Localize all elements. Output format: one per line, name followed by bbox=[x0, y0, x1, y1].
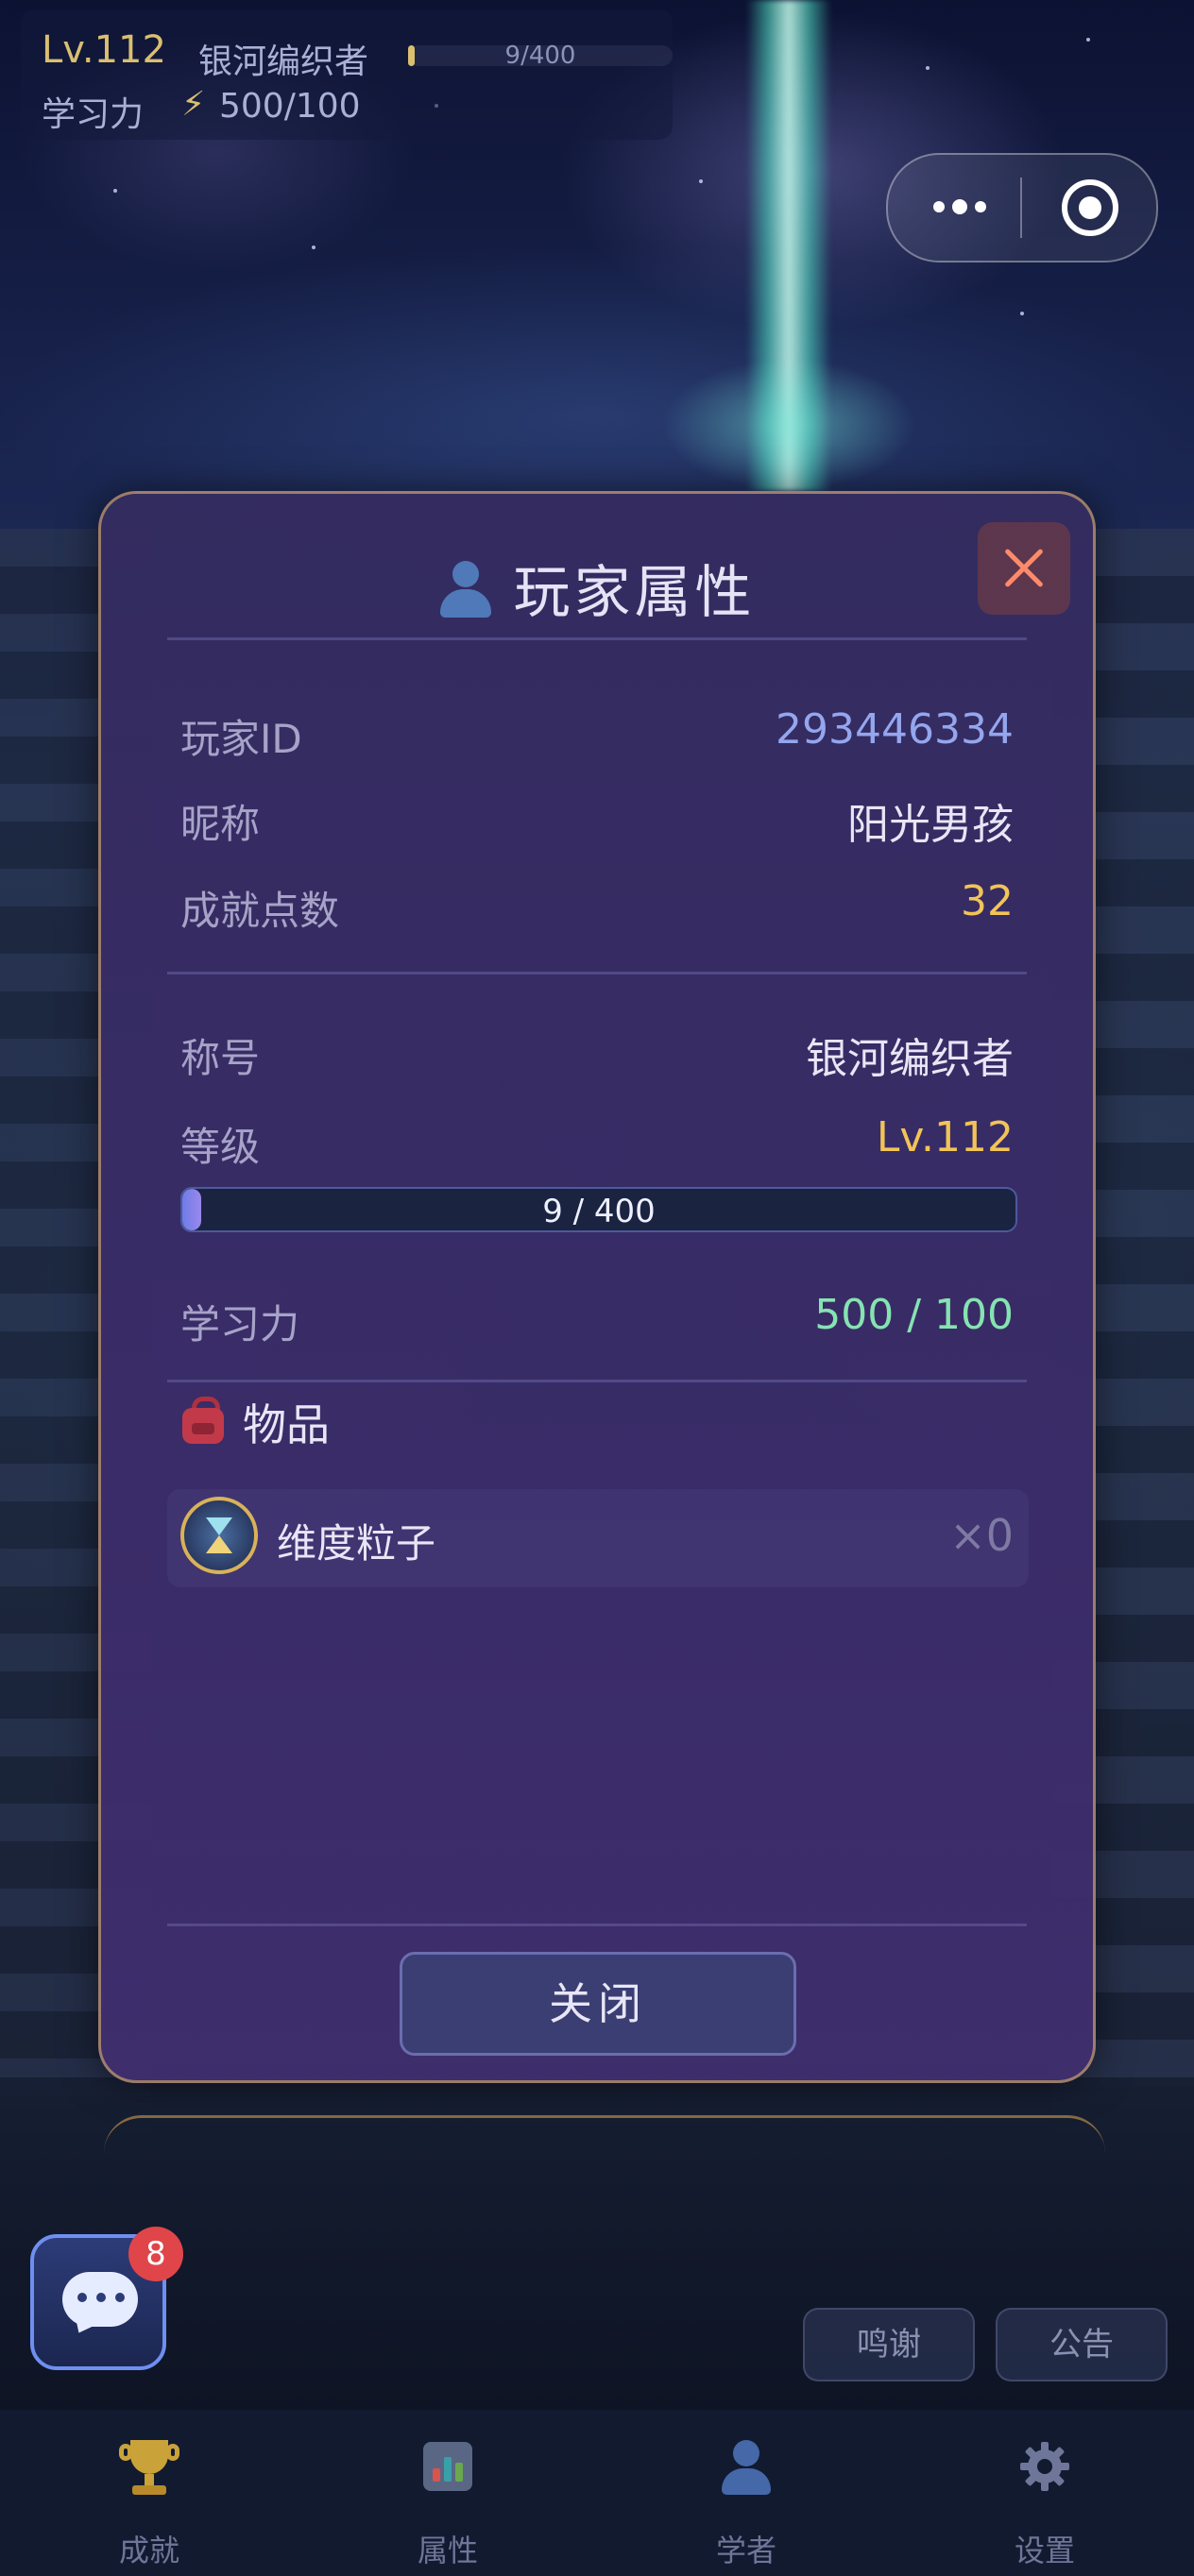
modal-title: 玩家属性 bbox=[513, 560, 756, 626]
trophy-icon bbox=[119, 2438, 179, 2499]
achievement-points-label: 成就点数 bbox=[180, 888, 340, 934]
tab-attributes[interactable]: 属性 bbox=[298, 2410, 597, 2576]
beam-glow bbox=[661, 359, 916, 491]
capsule-divider bbox=[1020, 178, 1022, 238]
hud-level: Lv.112 bbox=[42, 28, 166, 72]
divider bbox=[167, 637, 1027, 640]
learning-power-value: 500 / 100 bbox=[814, 1291, 1014, 1339]
player-hud: Lv.112 银河编织者 9/400 学习力 ⚡ 500/100 bbox=[21, 9, 673, 140]
exit-icon[interactable] bbox=[1062, 179, 1118, 236]
item-count: ×0 bbox=[949, 1510, 1014, 1561]
achievement-points-value: 32 bbox=[961, 877, 1014, 925]
list-item[interactable]: 维度粒子 ×0 bbox=[167, 1489, 1029, 1587]
level-label: 等级 bbox=[180, 1124, 261, 1170]
hud-title: 银河编织者 bbox=[198, 42, 369, 81]
star bbox=[113, 189, 117, 193]
hud-power-value: 500/100 bbox=[219, 87, 361, 126]
gear-icon bbox=[1016, 2438, 1073, 2499]
miniprogram-capsule bbox=[886, 153, 1158, 263]
level-value: Lv.112 bbox=[876, 1113, 1014, 1161]
hud-exp-text: 9/400 bbox=[504, 42, 576, 70]
tab-label: 学者 bbox=[715, 2533, 776, 2568]
close-button[interactable]: 关闭 bbox=[400, 1952, 796, 2056]
title-value: 银河编织者 bbox=[806, 1035, 1014, 1083]
chat-button[interactable]: 8 bbox=[30, 2227, 183, 2370]
bottom-tab-bar: 成就 属性 学者 设置 bbox=[0, 2410, 1194, 2576]
star bbox=[926, 66, 930, 70]
modal-header: 玩家属性 bbox=[101, 547, 1093, 629]
notice-button[interactable]: 公告 bbox=[996, 2308, 1168, 2381]
star bbox=[1086, 38, 1090, 42]
items-title: 物品 bbox=[243, 1399, 330, 1450]
level-progress-text: 9 / 400 bbox=[542, 1193, 656, 1230]
player-id-value: 293446334 bbox=[776, 705, 1014, 754]
tab-settings[interactable]: 设置 bbox=[896, 2410, 1194, 2576]
divider bbox=[167, 1924, 1027, 1926]
star bbox=[312, 246, 316, 249]
tab-achievements[interactable]: 成就 bbox=[0, 2410, 298, 2576]
nickname-value: 阳光男孩 bbox=[847, 801, 1014, 849]
unread-badge: 8 bbox=[128, 2227, 183, 2281]
tab-scholars[interactable]: 学者 bbox=[597, 2410, 896, 2576]
player-attributes-modal: 玩家属性 玩家ID 293446334 昵称 阳光男孩 成就点数 32 称号 银… bbox=[98, 491, 1096, 2083]
item-name: 维度粒子 bbox=[277, 1520, 436, 1567]
hud-exp-bar: 9/400 bbox=[408, 42, 673, 70]
divider bbox=[167, 972, 1027, 974]
tab-label: 属性 bbox=[417, 2533, 478, 2568]
player-id-label: 玩家ID bbox=[180, 716, 302, 762]
nickname-label: 昵称 bbox=[180, 801, 261, 847]
star bbox=[699, 179, 703, 183]
learning-power-label: 学习力 bbox=[180, 1301, 300, 1347]
backpack-icon bbox=[180, 1397, 226, 1444]
user-icon bbox=[718, 2438, 775, 2499]
level-progress-bar: 9 / 400 bbox=[180, 1187, 1017, 1232]
star bbox=[1020, 312, 1024, 315]
title-label: 称号 bbox=[180, 1035, 261, 1081]
tab-label: 设置 bbox=[1014, 2533, 1075, 2568]
lightning-icon: ⚡ bbox=[181, 85, 206, 124]
hourglass-icon bbox=[180, 1497, 258, 1574]
thanks-button[interactable]: 鸣谢 bbox=[803, 2308, 975, 2381]
user-icon bbox=[438, 559, 493, 618]
more-icon[interactable] bbox=[922, 183, 998, 230]
bar-chart-icon bbox=[419, 2438, 476, 2499]
divider bbox=[167, 1380, 1027, 1382]
hud-power-label: 学习力 bbox=[42, 95, 145, 134]
tab-label: 成就 bbox=[118, 2533, 179, 2568]
